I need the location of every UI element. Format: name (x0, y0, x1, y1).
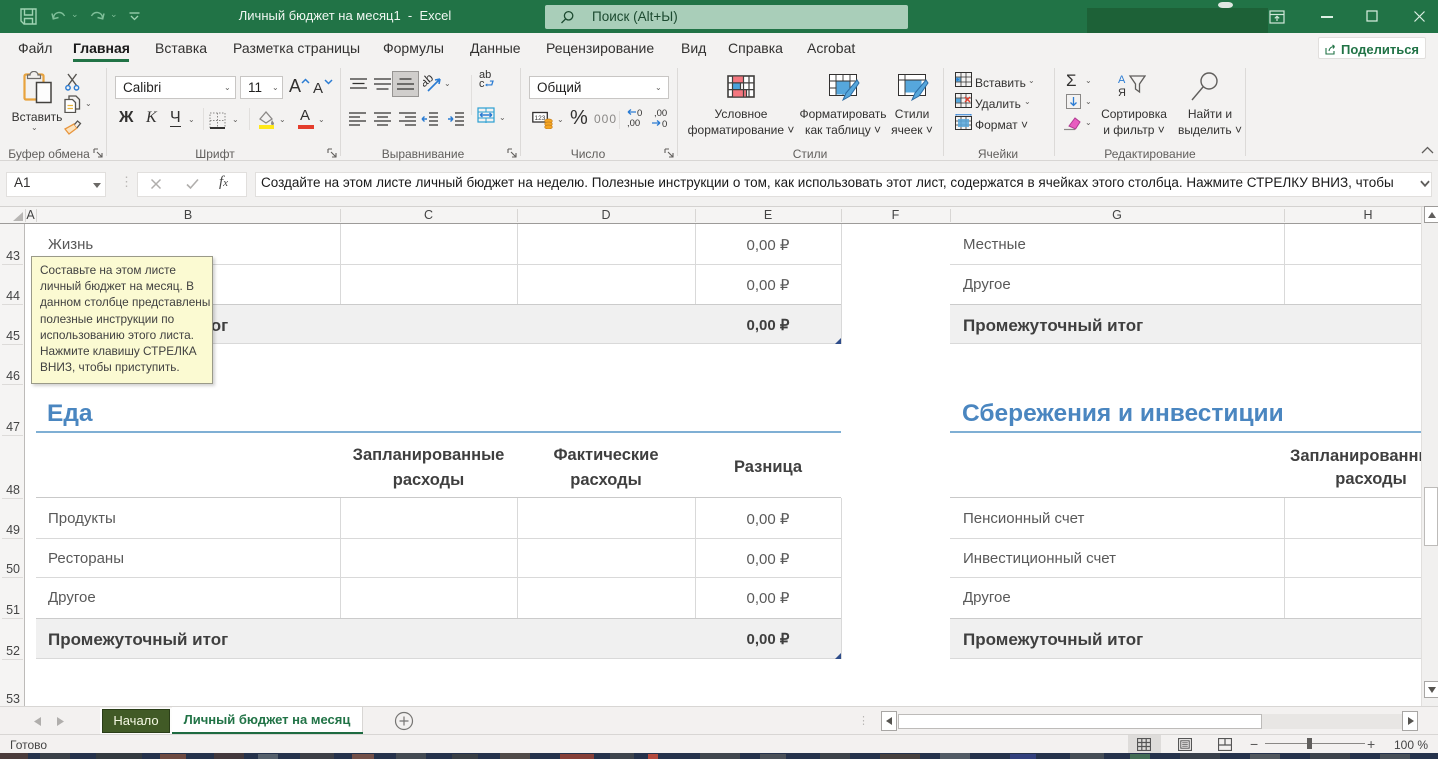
svg-text:А: А (1118, 74, 1126, 86)
svg-text:123: 123 (535, 115, 546, 122)
svg-text:,00: ,00 (654, 108, 667, 119)
svg-text:Я: Я (1118, 87, 1126, 99)
svg-text:,00: ,00 (627, 118, 640, 128)
svg-text:0: 0 (662, 119, 667, 128)
svg-text:ab: ab (423, 73, 436, 90)
